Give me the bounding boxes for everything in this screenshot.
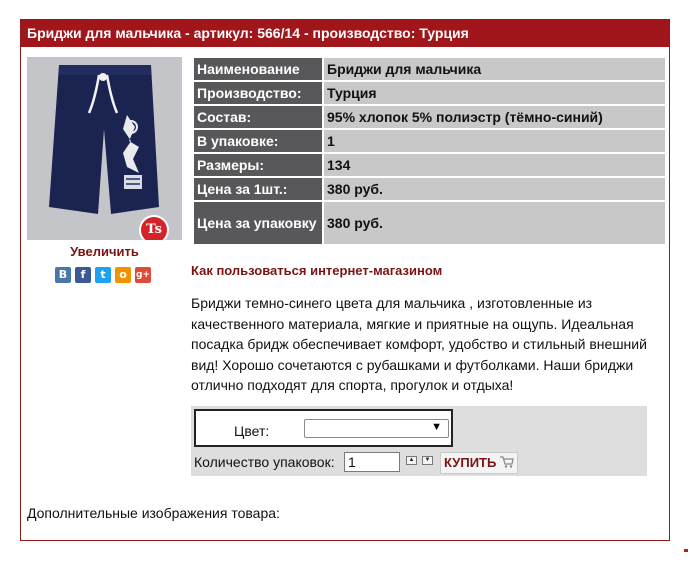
product-panel: Бриджи для мальчика - артикул: 566/14 - … [20,19,670,541]
spec-label: Размеры: [194,154,322,176]
quantity-input[interactable]: 1 [344,452,400,472]
color-selector-box: Цвет: ▼ [194,409,453,447]
spec-value: 95% хлопок 5% полиэстр (тёмно-синий) [324,106,665,128]
quantity-down-icon[interactable]: ▼ [422,456,433,465]
spec-label: Производство: [194,82,322,104]
spec-row: Размеры: 134 [194,154,665,176]
spec-label: Наименование [194,58,322,80]
quantity-up-icon[interactable]: ▲ [406,456,417,465]
product-title: Бриджи для мальчика - артикул: 566/14 - … [21,20,669,47]
more-images-label: Дополнительные изображения товара: [27,505,280,521]
vk-icon[interactable]: В [55,267,71,283]
spec-row: Производство: Турция [194,82,665,104]
spec-row: Состав: 95% хлопок 5% полиэстр (тёмно-си… [194,106,665,128]
buy-button[interactable]: КУПИТЬ [440,452,518,474]
spec-value: 134 [324,154,665,176]
cart-icon [499,456,514,468]
chevron-down-icon: ▼ [431,421,442,433]
spec-value: Бриджи для мальчика [324,58,665,80]
description-line: качественного материала, мягкие и приятн… [191,315,634,332]
brand-badge: Ts [139,215,169,240]
description-line: отлично подходят для спорта, прогулок и … [191,377,514,393]
description-line: вид! Хорошо сочетаются с рубашками и фут… [191,356,634,373]
description-line: посадка бридж обеспечивает комфорт, удоб… [191,336,647,352]
order-form: Цвет: ▼ Количество упаковок: 1 ▲ ▼ КУПИТ… [191,406,647,476]
spec-label: Состав: [194,106,322,128]
buy-button-label: КУПИТЬ [444,455,497,470]
product-photo[interactable]: Ts [27,57,182,240]
twitter-icon[interactable]: t [95,267,111,283]
description-line: Бриджи темно-синего цвета для мальчика ,… [191,295,593,311]
spec-table: Наименование Бриджи для мальчика Произво… [192,56,667,246]
spec-row: Цена за 1шт.: 380 руб. [194,178,665,200]
google-plus-icon[interactable]: g+ [135,267,151,283]
spec-label: В упаковке: [194,130,322,152]
spec-label: Цена за 1шт.: [194,178,322,200]
product-description: Бриджи темно-синего цвета для мальчика ,… [191,293,661,396]
howto-link[interactable]: Как пользоваться интернет-магазином [191,263,442,278]
odnoklassniki-icon[interactable]: o [115,267,131,283]
shorts-image [27,57,182,240]
spec-row: Цена за упаковку 380 руб. [194,202,665,244]
spec-row: В упаковке: 1 [194,130,665,152]
color-label: Цвет: [234,423,270,439]
spec-label: Цена за упаковку [194,202,322,244]
spec-value: 380 руб. [324,202,665,244]
color-select[interactable]: ▼ [304,419,449,438]
spec-value: 1 [324,130,665,152]
spec-row: Наименование Бриджи для мальчика [194,58,665,80]
quantity-label: Количество упаковок: [194,454,335,470]
spec-value: 380 руб. [324,178,665,200]
facebook-icon[interactable]: f [75,267,91,283]
spec-value: Турция [324,82,665,104]
corner-marker [684,549,688,552]
enlarge-link[interactable]: Увеличить [27,244,182,259]
